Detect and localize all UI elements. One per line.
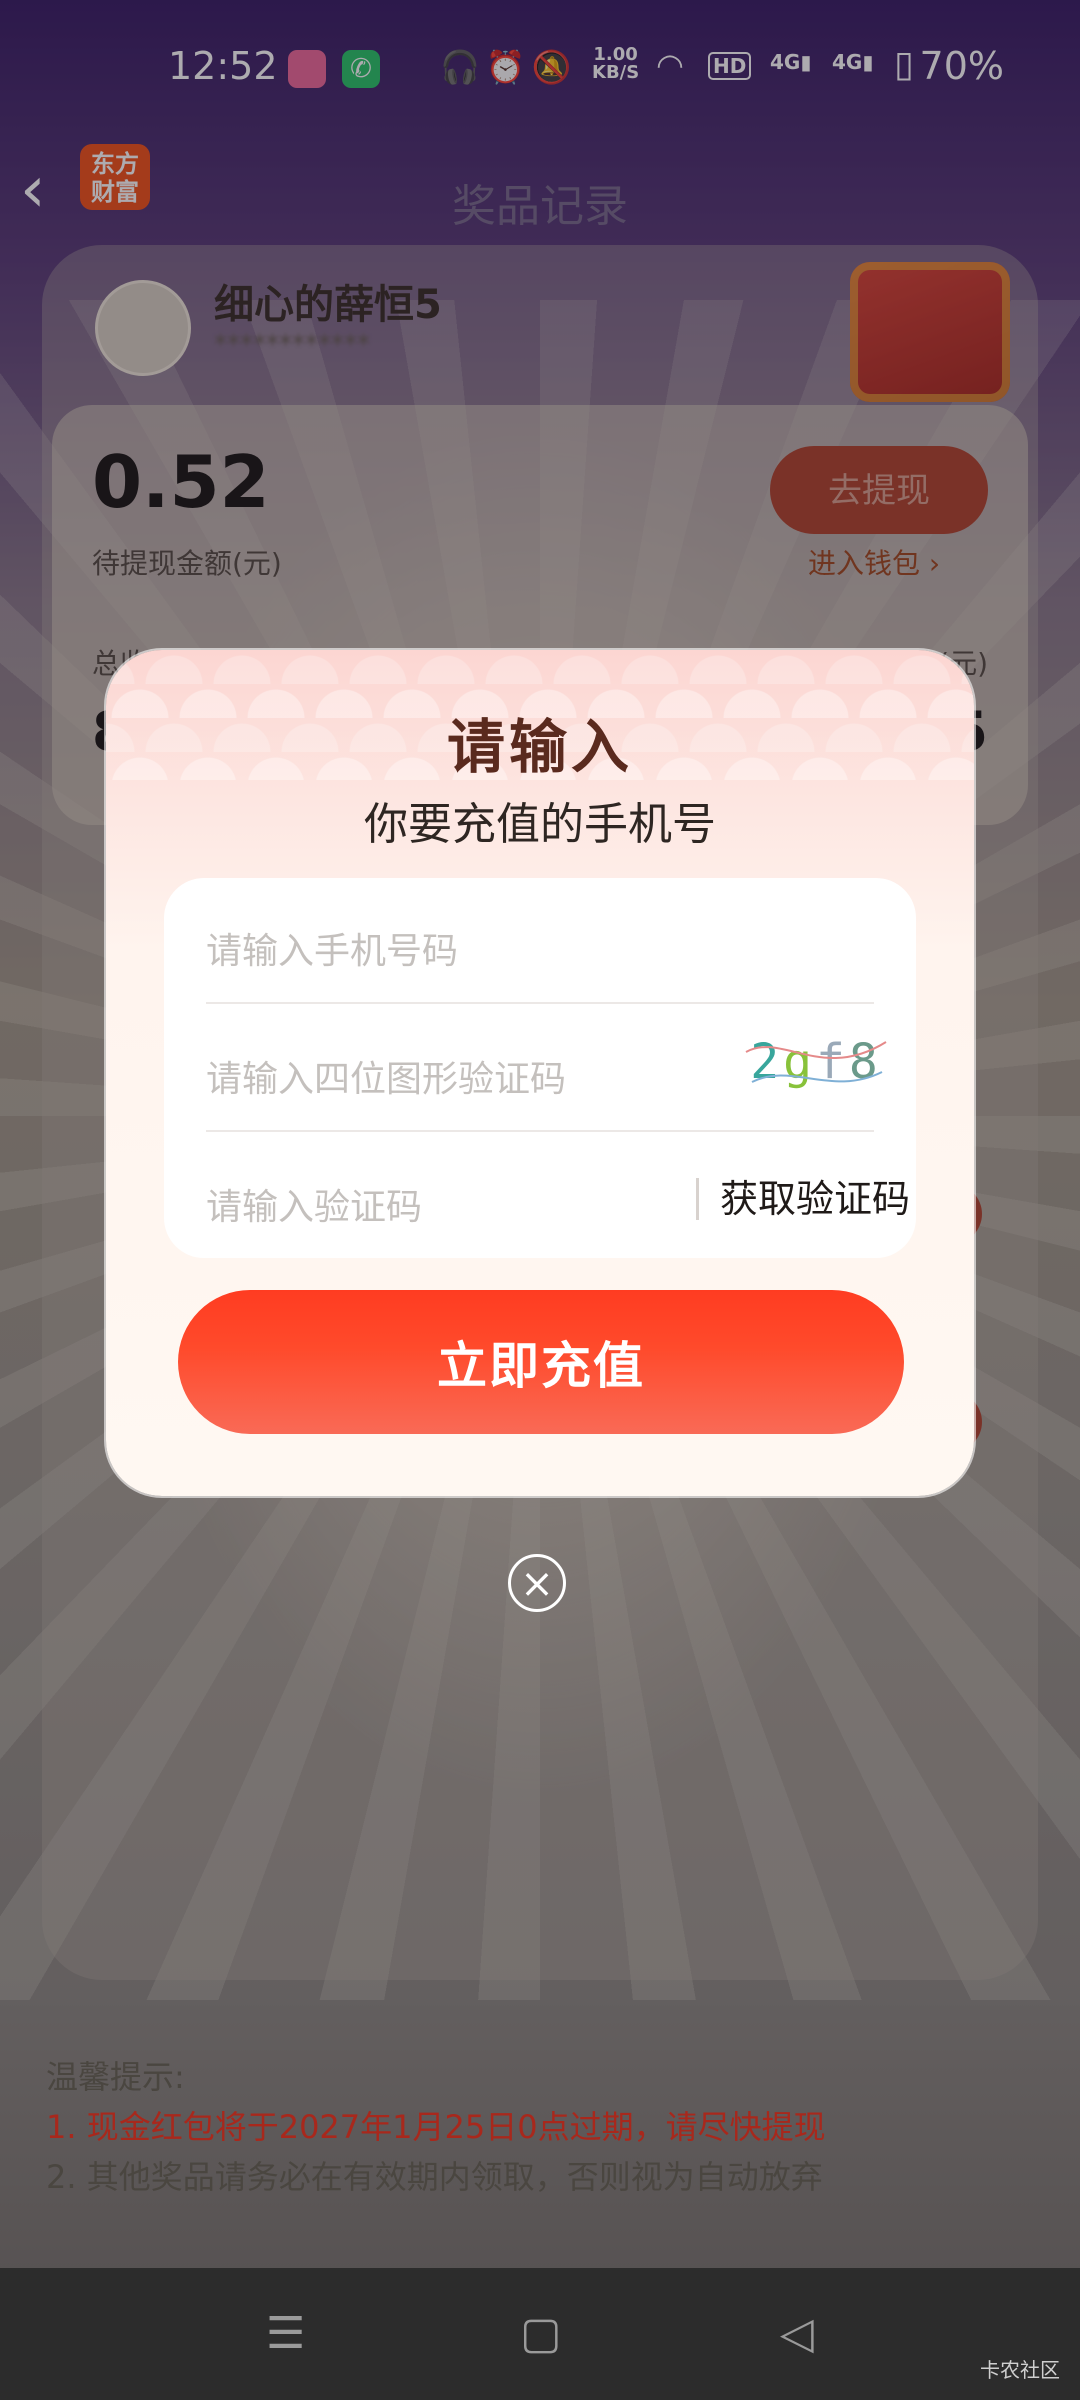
modal-title: 请输入 bbox=[446, 713, 633, 781]
tip-line-2: 2. 其他奖品请务必在有效期内领取，否则视为自动放弃 bbox=[46, 2158, 823, 2196]
system-nav-bar: ☰ ▢ ◁ bbox=[0, 2268, 1080, 2400]
divider bbox=[206, 1130, 874, 1132]
watermark: 卡农社区 bbox=[980, 2358, 1060, 2382]
form-box: 请输入手机号码 请输入四位图形验证码 2gf8 请输入验证码 获取验证码 bbox=[164, 878, 916, 1258]
back-triangle-icon[interactable]: ◁ bbox=[780, 2308, 814, 2359]
captcha-noise-lines bbox=[745, 1041, 887, 1083]
divider bbox=[206, 1002, 874, 1004]
phone-input[interactable]: 请输入手机号码 bbox=[206, 878, 874, 1004]
captcha-image[interactable]: 2gf8 bbox=[742, 1022, 890, 1102]
tip-line-1: 1. 现金红包将于2027年1月25日0点过期，请尽快提现 bbox=[46, 2108, 826, 2146]
close-icon[interactable]: × bbox=[508, 1554, 566, 1612]
recharge-button[interactable]: 立即充值 bbox=[178, 1290, 904, 1434]
vertical-divider bbox=[696, 1178, 699, 1220]
recharge-modal: 请输入 你要充值的手机号 请输入手机号码 请输入四位图形验证码 2gf8 请输入… bbox=[106, 650, 974, 1496]
captcha-input[interactable]: 请输入四位图形验证码 bbox=[206, 1006, 686, 1132]
sms-code-input[interactable]: 请输入验证码 bbox=[206, 1134, 676, 1260]
home-icon[interactable]: ▢ bbox=[520, 2308, 562, 2359]
get-code-button[interactable]: 获取验证码 bbox=[720, 1168, 910, 1223]
modal-subtitle: 你要充值的手机号 bbox=[364, 799, 716, 850]
tips-section: 温馨提示: 1. 现金红包将于2027年1月25日0点过期，请尽快提现 2. 其… bbox=[46, 2052, 826, 2202]
menu-icon[interactable]: ☰ bbox=[266, 2308, 305, 2359]
tips-heading: 温馨提示: bbox=[46, 2058, 185, 2096]
